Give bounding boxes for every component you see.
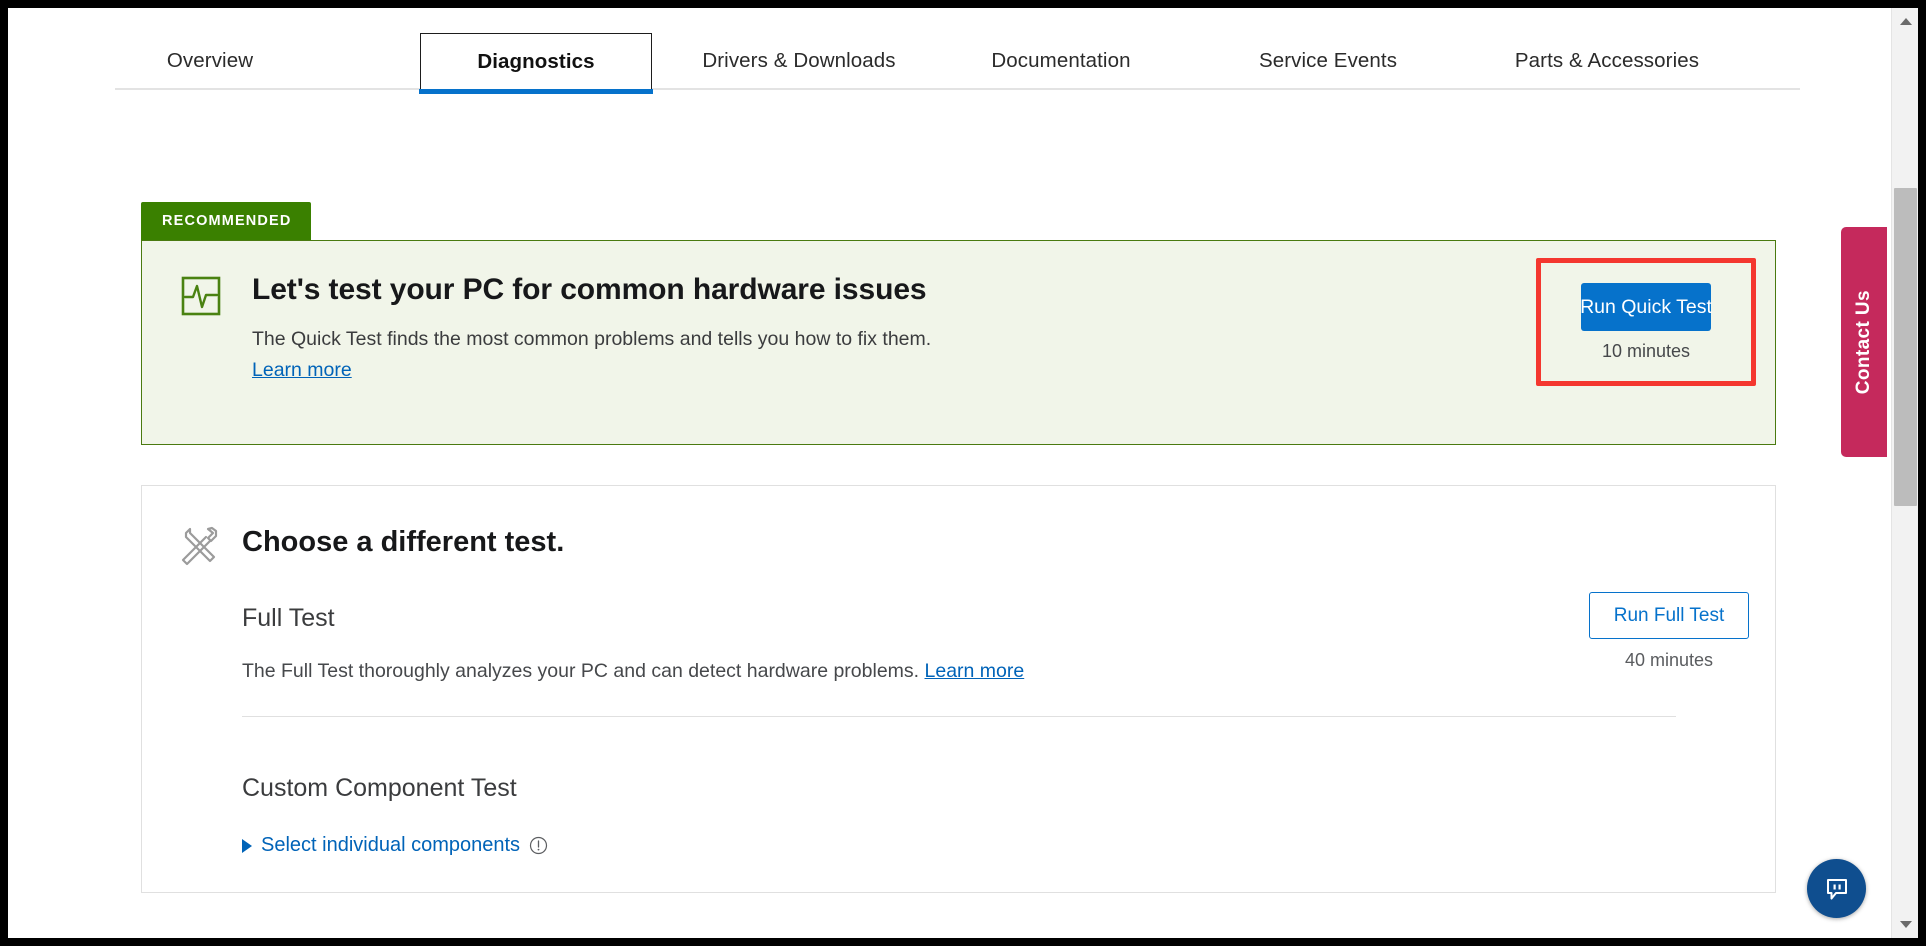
card-title: Choose a different test. xyxy=(242,526,565,558)
recommended-badge-label: RECOMMENDED xyxy=(162,213,292,229)
tab-diagnostics[interactable]: Diagnostics xyxy=(419,33,653,94)
tab-overview[interactable]: Overview xyxy=(115,33,305,89)
tab-label: Documentation xyxy=(991,49,1131,72)
tab-service-events[interactable]: Service Events xyxy=(1223,33,1433,89)
contact-us-label: Contact Us xyxy=(1853,289,1874,395)
full-test-name: Full Test xyxy=(242,604,335,632)
chevron-right-icon xyxy=(242,838,252,853)
browser-viewport: Overview Diagnostics Drivers & Downloads Do… xyxy=(8,8,1918,938)
pulse-monitor-icon xyxy=(181,276,221,316)
full-test-description: The Full Test thoroughly analyzes your P… xyxy=(242,660,1024,683)
chat-bubble-icon[interactable] xyxy=(1807,859,1866,918)
product-nav-tabs: Overview Diagnostics Drivers & Downloads Do… xyxy=(8,8,1863,94)
tab-label: Diagnostics xyxy=(477,49,595,73)
full-test-description-text: The Full Test thoroughly analyzes your P… xyxy=(242,660,925,682)
select-individual-components-link[interactable]: Select individual components xyxy=(261,834,520,857)
tab-parts-accessories[interactable]: Parts & Accessories xyxy=(1478,33,1736,89)
choose-different-test-card: Choose a different test. Full Test The F… xyxy=(141,485,1776,893)
tab-drivers-downloads[interactable]: Drivers & Downloads xyxy=(668,33,930,89)
scroll-up-arrow-icon[interactable] xyxy=(1892,8,1918,35)
scrollbar-thumb[interactable] xyxy=(1894,188,1917,506)
screenshot-frame: Overview Diagnostics Drivers & Downloads Do… xyxy=(0,0,1926,946)
tab-label: Parts & Accessories xyxy=(1514,49,1700,72)
recommended-test-banner: Let's test your PC for common hardware i… xyxy=(141,240,1776,445)
recommended-learn-more-link[interactable]: Learn more xyxy=(252,359,352,382)
info-circle-icon[interactable] xyxy=(529,836,548,855)
scroll-down-arrow-icon[interactable] xyxy=(1892,911,1918,938)
recommended-badge: RECOMMENDED xyxy=(141,202,312,240)
recommended-title: Let's test your PC for common hardware i… xyxy=(252,273,927,306)
tab-label: Drivers & Downloads xyxy=(702,49,896,72)
quick-test-duration: 10 minutes xyxy=(1601,341,1691,361)
section-divider xyxy=(242,716,1676,718)
recommended-description: The Quick Test finds the most common pro… xyxy=(252,328,932,350)
full-test-duration: 40 minutes xyxy=(1624,650,1714,670)
run-quick-test-button[interactable]: Run Quick Test xyxy=(1580,283,1712,331)
custom-component-test-name: Custom Component Test xyxy=(242,774,517,802)
tools-icon xyxy=(177,524,221,568)
contact-us-tab[interactable]: Contact Us xyxy=(1841,227,1887,457)
vertical-scrollbar[interactable] xyxy=(1891,8,1918,938)
run-full-test-button[interactable]: Run Full Test xyxy=(1589,592,1749,639)
full-test-learn-more-link[interactable]: Learn more xyxy=(925,660,1025,682)
tab-label: Service Events xyxy=(1258,49,1398,72)
tab-label: Overview xyxy=(166,49,254,72)
select-individual-components-row[interactable]: Select individual components xyxy=(242,834,548,857)
tab-documentation[interactable]: Documentation xyxy=(948,33,1174,89)
